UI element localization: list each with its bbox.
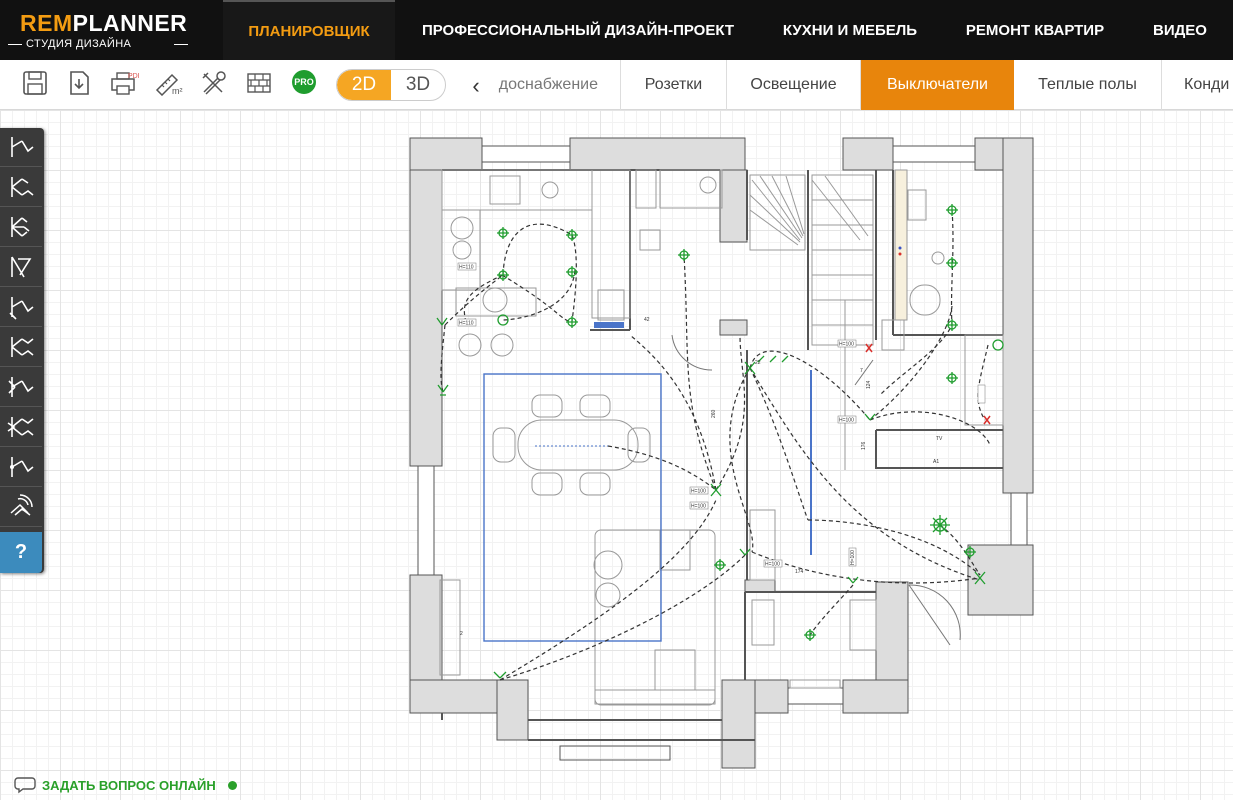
switch-pass-double-icon[interactable] (0, 328, 42, 367)
online-status-dot (227, 780, 237, 790)
ask-question-online-link[interactable]: ЗАДАТЬ ВОПРОС ОНЛАЙН (14, 774, 237, 796)
label-h100-b: H=100 (691, 504, 706, 510)
label-dim-22: 22 (755, 360, 761, 366)
label-h100-f: H=100 (850, 550, 856, 565)
label-dim-42: 42 (644, 317, 650, 323)
switch-markers[interactable] (436, 204, 1004, 679)
ask-question-label: ЗАДАТЬ ВОПРОС ОНЛАЙН (42, 777, 216, 793)
switch-push-icon[interactable] (0, 448, 42, 487)
switch-double-icon[interactable] (0, 168, 42, 207)
switch-motion-icon[interactable] (0, 488, 42, 527)
furniture (439, 169, 1004, 706)
label-h100-c: H=100 (839, 342, 854, 348)
label-a1: A1 (933, 459, 939, 465)
label-h110-a: H=110 (459, 265, 474, 271)
inner-walls (441, 169, 1003, 741)
switch-cross-single-icon[interactable] (0, 368, 42, 407)
label-h100-e: H=100 (765, 562, 780, 568)
label-h100-d: H=100 (839, 418, 854, 424)
switch-single-icon[interactable] (0, 128, 42, 167)
selection-rectangle[interactable] (483, 322, 812, 642)
label-h110-b: H=110 (459, 321, 474, 327)
switch-dimmer-icon[interactable] (0, 248, 42, 287)
label-h100-a: H=100 (691, 489, 706, 495)
switch-cross-double-icon[interactable] (0, 408, 42, 447)
label-dim-7: 7 (860, 368, 863, 374)
label-dim-176: 176 (861, 441, 867, 450)
chat-bubble-icon (14, 777, 36, 794)
switch-tools-panel: ? (0, 128, 44, 573)
label-dim-2: 2 (460, 631, 463, 637)
label-dim-260: 260 (711, 409, 717, 418)
label-dim-174: 174 (795, 569, 804, 575)
label-tv: TV (936, 436, 943, 442)
switch-pass-single-icon[interactable] (0, 288, 42, 327)
switch-triple-icon[interactable] (0, 208, 42, 247)
floor-plan[interactable]: H=110 H=110 H=100 H=100 H=100 H=100 H=10… (0, 0, 1233, 800)
label-dim-124: 124 (866, 380, 872, 389)
help-button[interactable]: ? (0, 532, 42, 573)
